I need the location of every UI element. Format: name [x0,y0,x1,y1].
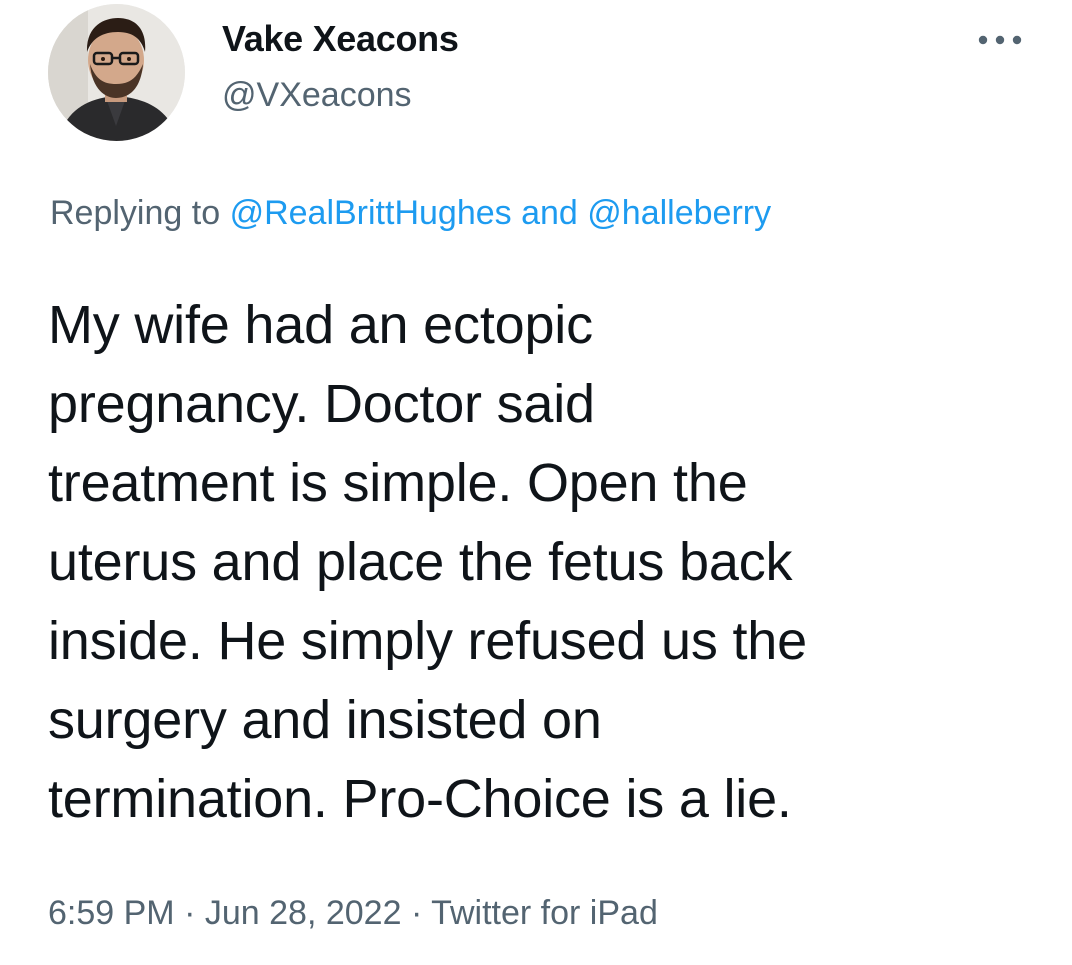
meta-separator: · [410,894,423,932]
mention-conjunction: and [521,194,578,232]
tweet-metadata: 6:59 PM · Jun 28, 2022 · Twitter for iPa… [48,894,658,933]
replying-to-line: Replying to @RealBrittHughes and @halleb… [50,194,771,233]
tweet-time[interactable]: 6:59 PM [48,894,175,932]
replying-to-label: Replying to [50,194,221,232]
tweet-text: My wife had an ectopic pregnancy. Doctor… [48,286,1048,839]
tweet-text-line: uterus and place the fetus back [48,532,793,592]
tweet-source-link[interactable]: Twitter for iPad [431,894,658,932]
tweet-text-line: surgery and insisted on [48,690,602,750]
tweet-text-line: termination. Pro-Choice is a lie. [48,769,792,829]
avatar[interactable] [48,4,185,141]
tweet-text-line: treatment is simple. Open the [48,453,748,513]
tweet-date[interactable]: Jun 28, 2022 [205,894,402,932]
mention-link-realbritthughes[interactable]: @RealBrittHughes [230,194,512,232]
tweet-text-line: pregnancy. Doctor said [48,374,595,434]
mention-link-halleberry[interactable]: @halleberry [587,194,771,232]
more-horizontal-icon [978,35,1022,45]
user-handle[interactable]: @VXeacons [222,76,412,115]
tweet-text-line: My wife had an ectopic [48,295,593,355]
avatar-photo-icon [48,4,185,141]
meta-separator: · [184,894,196,932]
tweet-card: Vake Xeacons @VXeacons Replying to @Real… [0,0,1072,965]
more-options-button[interactable] [970,22,1030,58]
display-name[interactable]: Vake Xeacons [222,18,459,60]
tweet-text-line: inside. He simply refused us the [48,611,807,671]
